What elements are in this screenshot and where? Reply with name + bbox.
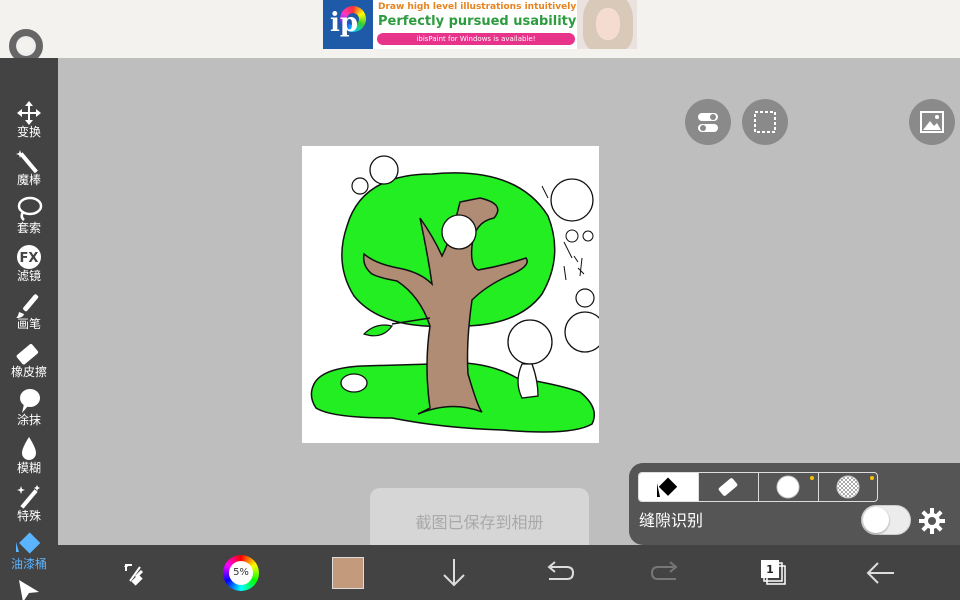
ad-line-2: Perfectly pursued usability!	[378, 14, 583, 29]
tool-label: 油漆桶	[10, 557, 47, 571]
tool-label: 滤镜	[16, 269, 41, 283]
artwork-canvas[interactable]	[302, 146, 606, 443]
image-icon	[920, 111, 944, 133]
tool-label: 变换	[16, 125, 41, 139]
tool-brush[interactable]: 画笔	[0, 290, 58, 338]
redo-icon[interactable]	[646, 553, 686, 593]
toggle-knob	[863, 507, 889, 533]
blur-drop-icon	[22, 437, 36, 460]
layers-button[interactable]: 1	[754, 553, 794, 593]
special-sparkle-icon	[17, 485, 40, 509]
tool-label: 魔棒	[16, 173, 41, 187]
ad-banner[interactable]: ip Draw high level illustrations intuiti…	[323, 0, 637, 49]
artwork-drawing	[310, 155, 606, 433]
fill-bucket-icon	[657, 477, 678, 497]
bottom-toolbar: 5% 1	[58, 545, 960, 600]
fill-mode-eraser[interactable]	[699, 473, 759, 501]
tool-sidebar: 变换 魔棒 套索 FX 滤镜 画笔 橡皮擦 涂抹 模糊 特殊 油漆桶	[0, 58, 58, 600]
tool-label: 画笔	[16, 317, 41, 331]
ibispaint-logo: ip	[323, 0, 373, 49]
smudge-icon	[20, 389, 40, 413]
undo-icon[interactable]	[539, 553, 579, 593]
tool-selector[interactable]	[0, 576, 58, 600]
svg-text:FX: FX	[20, 251, 39, 266]
ad-character-image	[577, 0, 637, 49]
tool-label: 特殊	[16, 509, 41, 523]
tool-magic-wand[interactable]: 魔棒	[0, 146, 58, 194]
ad-line-1: Draw high level illustrations intuitivel…	[378, 2, 581, 12]
arrow-down-icon[interactable]	[434, 553, 474, 593]
brush-color-wheel-button[interactable]: 5%	[223, 555, 259, 591]
lasso-icon	[17, 196, 43, 221]
brush-size-value: 5%	[229, 561, 253, 585]
tool-lasso[interactable]: 套索	[0, 194, 58, 242]
cursor-arrow-icon	[19, 580, 39, 600]
fill-mode-circle[interactable]	[759, 473, 819, 501]
eraser-icon	[718, 478, 738, 496]
top-bar: ip Draw high level illustrations intuiti…	[0, 0, 960, 63]
tool-label: 涂抹	[16, 413, 41, 427]
tool-label: 模糊	[16, 461, 41, 475]
logo-text: ip	[330, 8, 359, 38]
fill-mode-selector	[638, 472, 878, 502]
tool-eraser[interactable]: 橡皮擦	[0, 338, 58, 386]
gap-detection-label: 缝隙识别	[639, 511, 704, 530]
fx-filter-icon: FX	[17, 245, 41, 269]
tool-transform[interactable]: 变换	[0, 98, 58, 146]
dashed-selection-icon	[754, 111, 776, 133]
move-icon	[17, 101, 41, 125]
paint-bucket-panel: 缝隙识别	[629, 463, 960, 545]
layer-count: 1	[766, 563, 774, 576]
tool-label: 套索	[16, 221, 41, 235]
gear-icon[interactable]	[918, 507, 946, 535]
tool-paint-bucket[interactable]: 油漆桶	[0, 530, 58, 578]
tool-special[interactable]: 特殊	[0, 482, 58, 530]
ad-line-3: ibisPaint for Windows is available!	[377, 33, 575, 45]
back-arrow-icon[interactable]	[860, 553, 900, 593]
fill-mode-transparent[interactable]	[819, 473, 877, 501]
option-indicator-dot	[870, 476, 874, 480]
swap-brush-eraser-button[interactable]	[116, 553, 156, 593]
eraser-icon	[16, 344, 39, 365]
fill-mode-bucket[interactable]	[639, 473, 699, 501]
option-indicator-dot	[810, 476, 814, 480]
tool-blur[interactable]: 模糊	[0, 434, 58, 482]
brush-icon	[16, 294, 39, 318]
toggle-panels-button[interactable]	[685, 99, 731, 145]
current-color-swatch[interactable]	[332, 557, 364, 589]
reference-image-button[interactable]	[909, 99, 955, 145]
gap-detection-toggle[interactable]	[861, 505, 911, 535]
tool-filter[interactable]: FX 滤镜	[0, 242, 58, 290]
tool-label: 橡皮擦	[10, 365, 47, 379]
toggle-switches-icon	[698, 113, 718, 132]
magic-wand-icon	[16, 150, 38, 174]
paint-bucket-icon	[16, 532, 41, 554]
tool-smudge[interactable]: 涂抹	[0, 386, 58, 434]
selection-button[interactable]	[742, 99, 788, 145]
